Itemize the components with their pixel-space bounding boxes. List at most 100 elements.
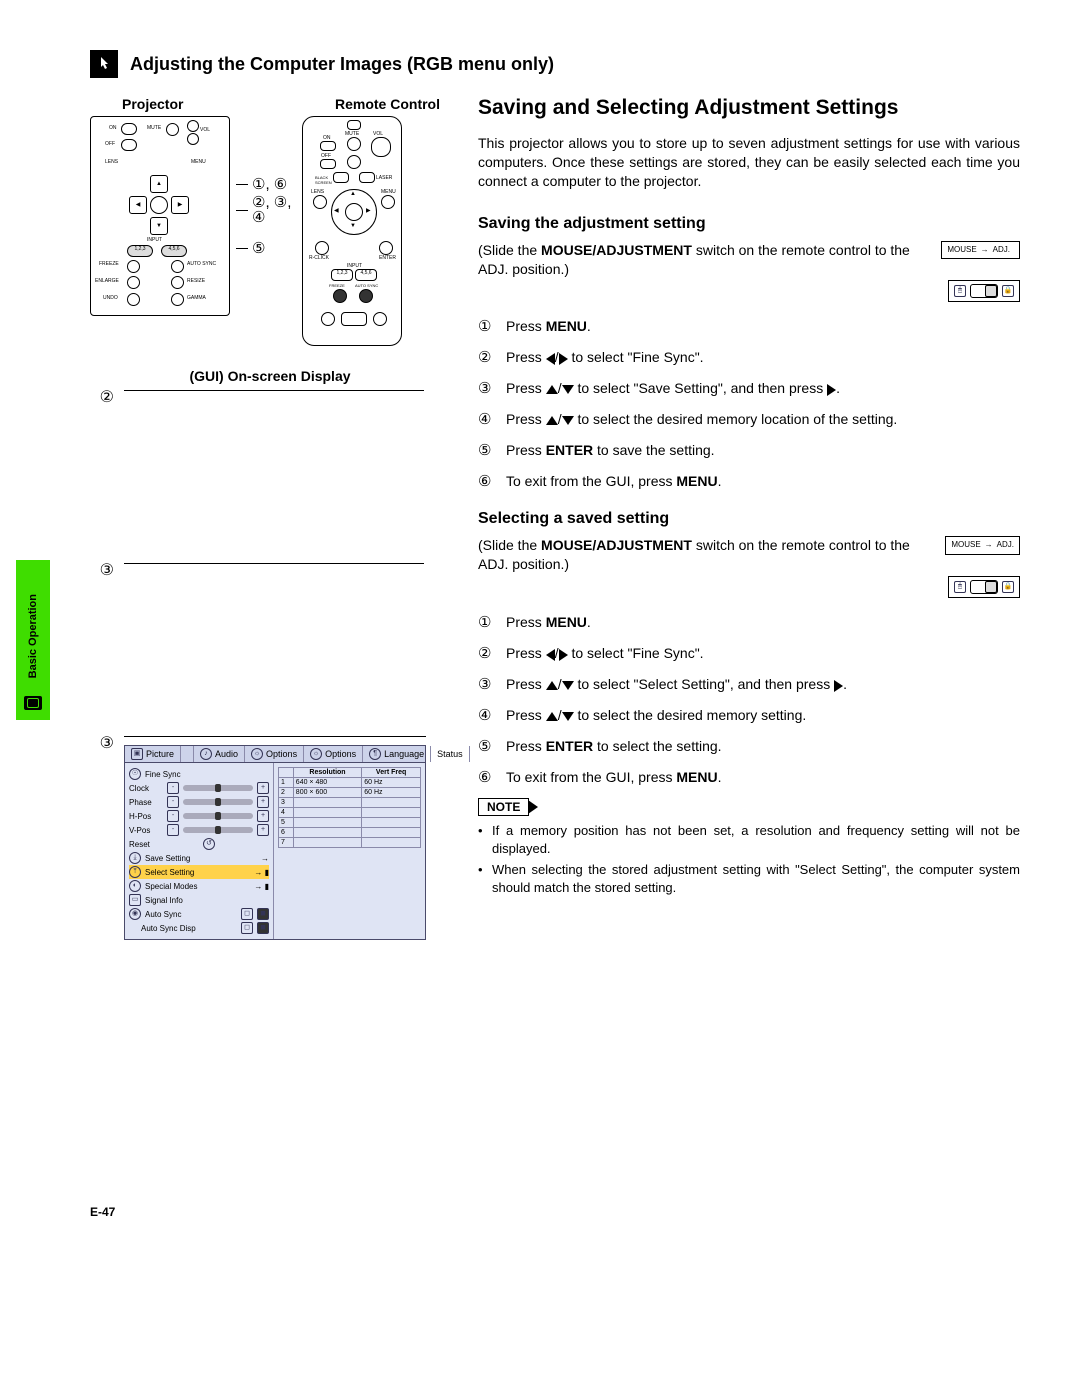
- osd-row: Auto Sync Disp: [129, 924, 237, 933]
- lbl: ADJ.: [997, 540, 1014, 551]
- step-item: ②Press / to select "Fine Sync".: [478, 347, 1020, 368]
- lbl-autosync: AUTO SYNC: [187, 261, 216, 267]
- proj-dpad: ▲▼◀▶: [129, 175, 187, 233]
- proj-btn: [187, 120, 199, 132]
- proj-btn: [171, 293, 184, 306]
- lbl: ADJ.: [993, 245, 1010, 256]
- lbl-enlarge: ENLARGE: [95, 278, 119, 284]
- remote-btn: [313, 195, 327, 209]
- lbl: BLACK SCREEN: [315, 175, 332, 185]
- proj-btn: [121, 139, 137, 151]
- callout-numbers: ①, ⑥ ②, ③, ④ ⑤: [236, 116, 296, 261]
- steps-select: ①Press MENU. ②Press / to select "Fine Syn…: [478, 612, 1020, 788]
- lbl-gamma: GAMMA: [187, 295, 206, 301]
- side-tab: Basic Operation: [16, 560, 50, 720]
- remote-btn: [315, 241, 329, 255]
- side-tab-label: Basic Operation: [27, 594, 39, 678]
- osd-row: V-Pos: [129, 826, 163, 835]
- lbl-off: OFF: [105, 141, 115, 147]
- gui-osd-3: ▣Picture ♪Audio ☼Options ☼Options ¶Langu…: [124, 736, 426, 945]
- proj-btn: [187, 133, 199, 145]
- switch-diagram: MOUSE → ADJ.: [945, 536, 1020, 555]
- lbl-menu: MENU: [191, 159, 206, 165]
- remote-btn: [347, 120, 361, 130]
- osd-row: Signal Info: [145, 896, 183, 905]
- page-number: E-47: [90, 1205, 450, 1219]
- lbl-undo: UNDO: [103, 295, 118, 301]
- hand-icon: [24, 696, 42, 710]
- lbl-lens: LENS: [105, 159, 118, 165]
- osd-row: Special Modes: [145, 882, 250, 891]
- step-item: ④Press / to select the desired memory se…: [478, 705, 1020, 726]
- remote-btn: [321, 312, 335, 326]
- remote-label: Remote Control: [335, 96, 440, 112]
- step-item: ①Press MENU.: [478, 612, 1020, 633]
- t: (Slide the: [478, 537, 541, 553]
- step-item: ①Press MENU.: [478, 316, 1020, 337]
- lbl: FREEZE: [329, 283, 345, 288]
- lbl-resize: RESIZE: [187, 278, 205, 284]
- tab: Options: [325, 749, 356, 759]
- proj-btn: [127, 260, 140, 273]
- section-title: Saving and Selecting Adjustment Settings: [478, 96, 1020, 120]
- callout-2: ②, ③, ④: [252, 195, 296, 225]
- gui-marker: ③: [90, 563, 114, 579]
- page-title: Adjusting the Computer Images (RGB menu …: [130, 54, 554, 75]
- lbl: MOUSE: [947, 245, 976, 256]
- slide-instruction: (Slide the MOUSE/ADJUSTMENT switch on th…: [478, 241, 1020, 279]
- callout-1: ①, ⑥: [252, 177, 287, 192]
- t: (Slide the: [478, 242, 541, 258]
- pointer-icon: [90, 50, 118, 78]
- proj-btn: 1,2,3: [127, 245, 153, 257]
- lbl: LENS: [311, 189, 324, 195]
- remote-diagram: ON MUTE VOL OFF BLACK SCREEN LASER LENS …: [302, 116, 402, 346]
- tab: Language: [384, 749, 424, 759]
- remote-btn: [371, 137, 391, 157]
- remote-btn: 1,2,3: [331, 269, 353, 281]
- step-item: ⑤Press ENTER to select the setting.: [478, 736, 1020, 757]
- lbl-input: INPUT: [147, 237, 162, 243]
- note-item: If a memory position has not been set, a…: [478, 822, 1020, 857]
- tab: Status: [437, 749, 463, 759]
- proj-btn: [121, 123, 137, 135]
- projector-label: Projector: [122, 96, 183, 112]
- lbl: MOUSE: [951, 540, 980, 551]
- remote-btn: [381, 195, 395, 209]
- lbl-vol: VOL: [200, 127, 210, 133]
- remote-btn: [333, 289, 347, 303]
- remote-btn: [333, 172, 349, 183]
- lbl-mute: MUTE: [147, 125, 161, 131]
- page-header: Adjusting the Computer Images (RGB menu …: [90, 50, 1020, 78]
- gui-title: (GUI) On-screen Display: [90, 368, 450, 384]
- proj-btn: [171, 260, 184, 273]
- remote-btn: [320, 159, 336, 169]
- lbl: ENTER: [379, 255, 396, 261]
- remote-btn: [373, 312, 387, 326]
- gui-placeholder-2: [124, 563, 424, 724]
- remote-btn: [345, 203, 363, 221]
- subheading-save: Saving the adjustment setting: [478, 215, 1020, 233]
- remote-btn: [359, 172, 375, 183]
- lbl-on: ON: [109, 125, 117, 131]
- lbl: LASER: [376, 175, 392, 181]
- step-item: ⑥To exit from the GUI, press MENU.: [478, 767, 1020, 788]
- osd-row: Phase: [129, 798, 163, 807]
- remote-btn: [341, 312, 367, 326]
- step-item: ②Press / to select "Fine Sync".: [478, 643, 1020, 664]
- remote-btn: [359, 289, 373, 303]
- proj-btn: [171, 276, 184, 289]
- step-item: ⑤Press ENTER to save the setting.: [478, 440, 1020, 461]
- projector-diagram: ON MUTE VOL OFF LENS MENU ▲▼◀▶ INPUT 1,2…: [90, 116, 230, 316]
- t: MOUSE/ADJUSTMENT: [541, 537, 692, 553]
- osd-row: Reset: [129, 840, 199, 849]
- osd-row: Save Setting: [145, 854, 257, 863]
- steps-save: ①Press MENU. ②Press / to select "Fine Syn…: [478, 316, 1020, 492]
- osd-table: ResolutionVert Freq 1640 × 48060 Hz 2800…: [278, 767, 421, 848]
- slide-instruction: (Slide the MOUSE/ADJUSTMENT switch on th…: [478, 536, 1020, 574]
- osd-section: Fine Sync: [145, 770, 181, 779]
- step-item: ③Press / to select "Select Setting", and…: [478, 674, 1020, 695]
- gui-placeholder-1: [124, 390, 424, 551]
- osd-row: Auto Sync: [145, 910, 237, 919]
- lbl: R-CLICK: [309, 255, 329, 261]
- note-list: If a memory position has not been set, a…: [478, 822, 1020, 896]
